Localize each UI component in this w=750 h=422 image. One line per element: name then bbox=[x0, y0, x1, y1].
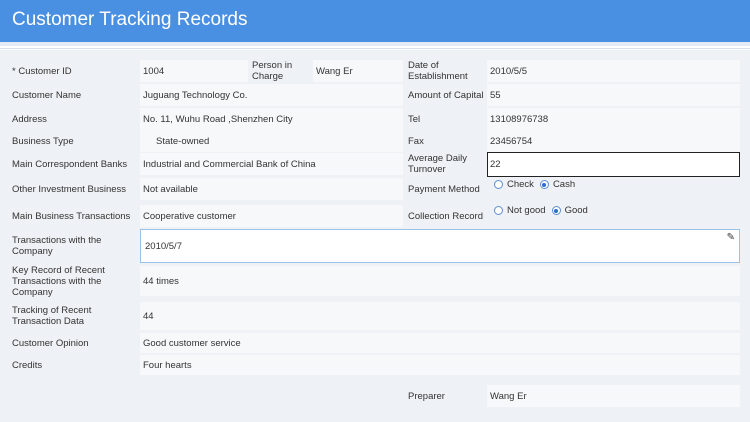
payment-check-radio[interactable] bbox=[494, 180, 503, 189]
credits-label: Credits bbox=[12, 359, 43, 371]
date-of-establishment-field[interactable]: 2010/5/5 bbox=[487, 60, 740, 82]
amount-of-capital-field[interactable]: 55 bbox=[487, 84, 740, 106]
main-business-transactions-label: Main Business Transactions bbox=[12, 210, 131, 222]
customer-opinion-field[interactable]: Good customer service bbox=[140, 333, 740, 353]
payment-method-radio-group: Check Cash bbox=[494, 179, 581, 190]
payment-check-label: Check bbox=[507, 179, 534, 190]
transactions-with-company-value: 2010/5/7 bbox=[145, 240, 182, 252]
key-record-recent-transactions-label: Key Record of Recent Transactions with t… bbox=[12, 265, 105, 298]
other-investment-business-label: Other Investment Business bbox=[12, 183, 127, 195]
form-top-divider bbox=[0, 48, 750, 49]
collection-good-radio[interactable] bbox=[551, 206, 561, 215]
payment-cash-radio[interactable] bbox=[539, 180, 549, 189]
main-correspondent-banks-label: Main Correspondent Banks bbox=[12, 158, 128, 170]
main-correspondent-banks-field[interactable]: Industrial and Commercial Bank of China bbox=[140, 153, 403, 175]
payment-cash-label: Cash bbox=[552, 179, 576, 190]
preparer-field[interactable]: Wang Er bbox=[487, 385, 740, 407]
customer-opinion-label: Customer Opinion bbox=[12, 337, 89, 349]
main-business-transactions-field[interactable]: Cooperative customer bbox=[140, 205, 403, 227]
page-header: Customer Tracking Records bbox=[0, 0, 750, 42]
tracking-recent-transaction-data-field[interactable]: 44 bbox=[140, 302, 740, 330]
collection-record-radio-group: Not good Good bbox=[494, 205, 594, 216]
customer-id-label: * Customer ID bbox=[12, 65, 72, 77]
tel-field[interactable]: 13108976738 bbox=[487, 108, 740, 130]
transactions-with-company-input[interactable]: 2010/5/7 ✎ bbox=[140, 229, 740, 263]
tel-label: Tel bbox=[408, 113, 421, 125]
key-record-recent-transactions-field[interactable]: 44 times bbox=[140, 266, 740, 296]
collection-record-label: Collection Record bbox=[408, 210, 483, 222]
fax-field[interactable]: 23456754 bbox=[487, 130, 740, 152]
header-divider bbox=[0, 42, 750, 46]
customer-id-field[interactable]: 1004 bbox=[140, 60, 248, 82]
collection-not-good-radio[interactable] bbox=[494, 206, 503, 215]
average-daily-turnover-input[interactable]: 22 bbox=[487, 152, 740, 177]
fax-label: Fax bbox=[408, 135, 424, 147]
person-in-charge-label: Person in Charge bbox=[252, 60, 293, 82]
customer-name-field[interactable]: Juguang Technology Co. bbox=[140, 84, 403, 106]
person-in-charge-field[interactable]: Wang Er bbox=[313, 60, 403, 82]
business-type-label: Business Type bbox=[12, 135, 74, 147]
date-of-establishment-label: Date of Establishment bbox=[408, 60, 468, 82]
tracking-recent-transaction-data-label: Tracking of Recent Transaction Data bbox=[12, 305, 92, 327]
business-type-select[interactable]: State-owned bbox=[140, 130, 403, 152]
address-label: Address bbox=[12, 113, 47, 125]
average-daily-turnover-label: Average Daily Turnover bbox=[408, 153, 467, 175]
payment-method-label: Payment Method bbox=[408, 183, 480, 195]
amount-of-capital-label: Amount of Capital bbox=[408, 89, 484, 101]
credits-field[interactable]: Four hearts bbox=[140, 355, 740, 375]
transactions-with-company-label: Transactions with the Company bbox=[12, 235, 102, 257]
customer-name-label: Customer Name bbox=[12, 89, 82, 101]
pencil-icon[interactable]: ✎ bbox=[727, 232, 735, 243]
address-field[interactable]: No. 11, Wuhu Road ,Shenzhen City bbox=[140, 108, 403, 130]
collection-not-good-label: Not good bbox=[507, 205, 546, 216]
preparer-label: Preparer bbox=[408, 390, 445, 402]
collection-good-label: Good bbox=[564, 205, 588, 216]
page-title: Customer Tracking Records bbox=[12, 9, 248, 30]
other-investment-business-field[interactable]: Not available bbox=[140, 178, 403, 200]
